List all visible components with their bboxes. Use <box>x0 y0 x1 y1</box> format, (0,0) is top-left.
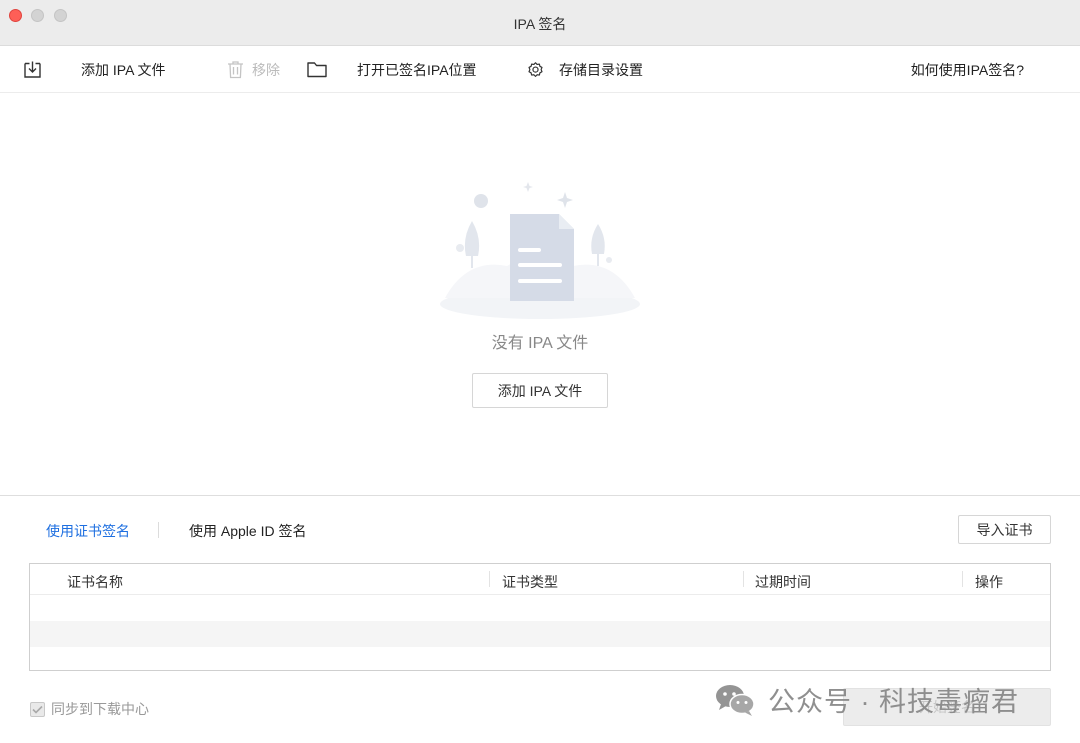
help-link[interactable]: 如何使用IPA签名? <box>911 46 1024 93</box>
storage-settings-label: 存储目录设置 <box>559 61 643 78</box>
folder-icon <box>307 61 327 78</box>
table-row-empty <box>30 595 1050 621</box>
empty-state-message: 没有 IPA 文件 <box>491 335 589 352</box>
table-row-empty <box>30 621 1050 647</box>
sync-checkbox[interactable] <box>30 701 45 717</box>
column-header-cert-name[interactable]: 证书名称 <box>67 572 123 592</box>
checkmark-icon <box>32 705 43 714</box>
wechat-icon <box>714 683 756 717</box>
add-ipa-button[interactable]: 添加 IPA 文件 <box>472 373 608 408</box>
certificate-table: 证书名称 证书类型 过期时间 操作 <box>29 563 1051 671</box>
section-divider <box>0 495 1080 496</box>
empty-document-illustration <box>437 176 643 327</box>
import-icon <box>23 60 42 79</box>
trash-icon <box>227 60 244 79</box>
open-signed-location-label: 打开已签名IPA位置 <box>357 61 477 78</box>
table-header: 证书名称 证书类型 过期时间 操作 <box>30 564 1050 595</box>
sync-download-center-option[interactable]: 同步到下载中心 <box>30 699 149 719</box>
column-separator <box>962 571 963 587</box>
column-header-cert-type[interactable]: 证书类型 <box>502 572 558 592</box>
remove-toolbar-button[interactable]: 移除 <box>227 46 280 93</box>
column-header-expiry[interactable]: 过期时间 <box>755 572 811 592</box>
column-separator <box>489 571 490 587</box>
remove-toolbar-label: 移除 <box>252 61 280 78</box>
add-ipa-toolbar-label: 添加 IPA 文件 <box>81 61 166 78</box>
tab-appleid-sign[interactable]: 使用 Apple ID 签名 <box>189 521 306 541</box>
watermark: 公众号 · 科技毒瘤君 <box>714 680 1019 719</box>
storage-settings-button[interactable]: 存储目录设置 <box>526 46 643 93</box>
toolbar: 添加 IPA 文件 移除 打开已签名IPA位置 存储目录设置 如何使用IPA签名… <box>0 46 1080 93</box>
column-header-actions[interactable]: 操作 <box>975 572 1003 592</box>
watermark-text: 公众号 · 科技毒瘤君 <box>768 687 1019 717</box>
import-certificate-button[interactable]: 导入证书 <box>958 515 1051 544</box>
title-bar: IPA 签名 <box>0 0 1080 46</box>
gear-icon <box>526 60 545 79</box>
tab-separator <box>158 522 159 538</box>
table-row-empty <box>30 647 1050 673</box>
window-title: IPA 签名 <box>513 16 567 32</box>
add-ipa-toolbar-button[interactable]: 添加 IPA 文件 <box>23 46 166 93</box>
tab-certificate-sign[interactable]: 使用证书签名 <box>46 521 130 541</box>
column-separator <box>743 571 744 587</box>
sync-label: 同步到下载中心 <box>51 701 149 717</box>
open-signed-location-button[interactable]: 打开已签名IPA位置 <box>307 46 477 93</box>
